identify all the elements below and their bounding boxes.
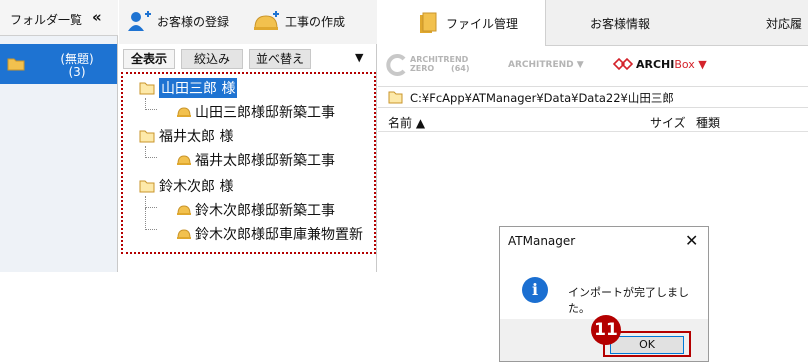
tree-customer-row[interactable]: 福井太郎 様 <box>139 126 233 146</box>
folder-open-icon <box>7 58 25 71</box>
archibox-label: ARCHIBox ▼ <box>636 58 707 71</box>
tree-project-name: 福井太郎様邸新築工事 <box>195 153 335 169</box>
dialog-title: ATManager <box>508 234 576 248</box>
helmet-icon <box>177 229 191 239</box>
customer-tree-pane: お客様の登録 工事の作成 全表示 絞込み 並べ替え ▼ 山田三郎 様 山田三郎様… <box>119 0 377 272</box>
path-bar: C:¥FcApp¥ATManager¥Data¥Data22¥山田三郎 <box>378 86 808 108</box>
archibox-dropdown-button[interactable]: ARCHIBox ▼ <box>612 56 707 72</box>
tab-file-management[interactable]: ファイル管理 <box>378 0 546 46</box>
tree-connector <box>145 98 157 110</box>
tree-customer-name: 福井太郎 様 <box>159 129 234 145</box>
tree-project-name: 山田三郎様邸新築工事 <box>195 105 335 121</box>
helmet-icon <box>177 107 191 117</box>
tree-project-row[interactable]: 鈴木次郎様邸新築工事 <box>177 200 335 220</box>
tree-connector <box>145 208 157 230</box>
register-customer-button[interactable]: お客様の登録 <box>127 10 229 32</box>
sort-button[interactable]: 並べ替え <box>249 49 311 69</box>
column-name-header[interactable]: 名前 ▲ <box>388 114 425 131</box>
dialog-close-icon[interactable]: ✕ <box>685 231 698 250</box>
tree-project-row[interactable]: 山田三郎様邸新築工事 <box>177 102 335 122</box>
architrend-zero-logo-icon <box>386 54 406 76</box>
folder-icon <box>139 82 155 94</box>
tree-project-name: 鈴木次郎様邸新築工事 <box>195 203 335 219</box>
filter-button[interactable]: 絞込み <box>181 49 243 69</box>
tab-response-history[interactable]: 対応履 <box>766 0 802 46</box>
folder-icon <box>139 130 155 142</box>
show-all-button[interactable]: 全表示 <box>123 49 175 69</box>
file-list-header: 名前 ▲ サイズ 種類 <box>378 110 808 132</box>
step-number-badge: 11 <box>591 315 621 345</box>
folder-item-count: (3) <box>68 65 86 79</box>
tab-customer-info[interactable]: お客様情報 <box>590 0 650 46</box>
create-project-label: 工事の作成 <box>285 14 346 29</box>
dialog-message: インポートが完了しました。 <box>568 286 689 315</box>
ok-button[interactable]: OK <box>610 336 684 354</box>
collapse-pane-button[interactable]: « <box>92 8 102 26</box>
info-icon: i <box>522 277 548 303</box>
archibox-label-bold: ARCHI <box>636 57 675 71</box>
create-project-button[interactable]: 工事の作成 <box>253 10 345 32</box>
tree-project-row[interactable]: 鈴木次郎様邸車庫兼物置新 <box>177 224 363 244</box>
archibox-logo-icon <box>612 57 634 71</box>
folder-icon <box>420 12 437 33</box>
folder-item-untitled[interactable]: (無題) (3) <box>0 44 117 84</box>
helmet-icon <box>177 155 191 165</box>
zero-version: (64) <box>451 64 470 73</box>
folder-icon <box>139 180 155 192</box>
filter-menu-dropdown-icon[interactable]: ▼ <box>355 51 363 64</box>
tree-customer-name: 鈴木次郎 様 <box>159 179 234 195</box>
column-type-header[interactable]: 種類 <box>696 114 720 131</box>
helmet-icon <box>177 205 191 215</box>
path-text: C:¥FcApp¥ATManager¥Data¥Data22¥山田三郎 <box>410 91 674 105</box>
tree-project-row[interactable]: 福井太郎様邸新築工事 <box>177 150 335 170</box>
register-customer-label: お客様の登録 <box>157 14 230 29</box>
add-helmet-icon <box>254 11 279 30</box>
tree-customer-name: 山田三郎 様 <box>159 78 238 98</box>
tree-connector <box>145 146 157 158</box>
column-size-header[interactable]: サイズ <box>650 114 686 131</box>
customer-tree: 山田三郎 様 山田三郎様邸新築工事 福井太郎 様 福井太郎様邸新築工事 鈴木次郎… <box>121 72 376 254</box>
archibox-label-suffix: Box ▼ <box>674 57 707 71</box>
architrend-zero-button[interactable]: ARCHITREND ZERO (64) <box>410 55 469 73</box>
tree-project-name: 鈴木次郎様邸車庫兼物置新 <box>195 227 363 243</box>
dialog-titlebar: ATManager ✕ <box>500 227 708 255</box>
tree-customer-row[interactable]: 山田三郎 様 <box>139 78 238 98</box>
architrend-dropdown-button[interactable]: ARCHITREND ▼ <box>508 60 584 70</box>
add-person-icon <box>128 11 151 31</box>
tab-file-management-label: ファイル管理 <box>446 16 519 31</box>
application-launcher-bar: ARCHITREND ZERO (64) ARCHITREND ▼ ARCHIB… <box>378 50 808 84</box>
folder-pane-header: フォルダ一覧 « <box>0 0 118 36</box>
dialog-body: i インポートが完了しました。 <box>500 255 708 319</box>
import-complete-dialog: ATManager ✕ i インポートが完了しました。 OK 11 <box>499 226 709 362</box>
architrend-zero-label: ARCHITREND <box>410 55 469 64</box>
folder-pane: フォルダ一覧 « (無題) (3) <box>0 0 118 272</box>
folder-icon <box>388 91 403 104</box>
tab-strip: ファイル管理 お客様情報 対応履 <box>378 0 808 46</box>
filter-bar: 全表示 絞込み 並べ替え ▼ <box>119 46 377 70</box>
folder-pane-title: フォルダ一覧 <box>10 13 83 27</box>
tree-connector <box>145 196 157 208</box>
tree-customer-row[interactable]: 鈴木次郎 様 <box>139 176 233 196</box>
toolbar: お客様の登録 工事の作成 <box>119 0 377 44</box>
zero-label: ZERO <box>410 64 435 73</box>
